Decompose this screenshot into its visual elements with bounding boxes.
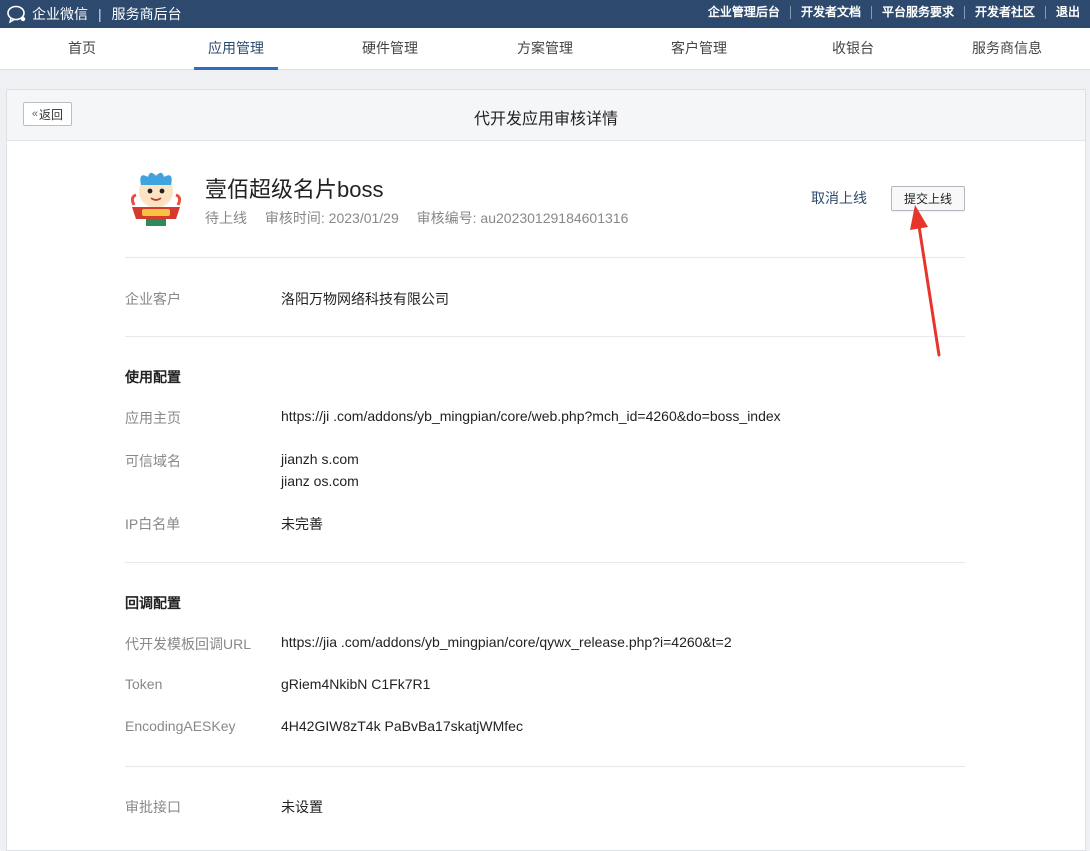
approval-api-value: 未设置 <box>281 799 323 815</box>
page-title: 代开发应用审核详情 <box>473 111 618 128</box>
callback-section-title: 回调配置 <box>125 595 181 611</box>
app-logo-icon <box>130 172 182 226</box>
divider <box>125 336 965 337</box>
aes-key-value: 4H42GIW8zT4k PaBvBa17skatjWMfec <box>281 718 523 734</box>
divider <box>125 766 965 767</box>
brand-separator: | <box>98 6 102 22</box>
cancel-online-link[interactable]: 取消上线 <box>811 188 867 208</box>
nav-hardware[interactable]: 硬件管理 <box>362 28 418 69</box>
nav-app-management[interactable]: 应用管理 <box>194 28 278 70</box>
ip-whitelist-value: 未完善 <box>281 516 323 532</box>
app-status: 待上线 <box>205 210 247 226</box>
submit-online-button[interactable]: 提交上线 <box>891 186 965 211</box>
top-bar: 企业微信 | 服务商后台 企业管理后台 开发者文档 平台服务要求 开发者社区 退… <box>0 0 1090 28</box>
aes-key-label: EncodingAESKey <box>125 718 236 734</box>
nav-cashier[interactable]: 收银台 <box>832 28 874 69</box>
main-nav: 首页 应用管理 硬件管理 方案管理 客户管理 收银台 服务商信息 <box>0 28 1090 70</box>
trusted-domain-value-1: jianzh s.com <box>281 451 359 467</box>
homepage-label: 应用主页 <box>125 410 181 426</box>
brand-subtitle: 服务商后台 <box>111 6 182 22</box>
callback-url-value: https://jia .com/addons/yb_mingpian/core… <box>281 634 732 650</box>
divider <box>125 562 965 563</box>
wecom-logo-icon <box>7 5 26 24</box>
link-admin[interactable]: 企业管理后台 <box>698 6 790 19</box>
nav-app-management-label: 应用管理 <box>208 40 264 56</box>
callback-url-label: 代开发模板回调URL <box>125 636 252 652</box>
trusted-domain-label: 可信域名 <box>125 453 181 469</box>
nav-solutions[interactable]: 方案管理 <box>517 28 573 69</box>
customer-value: 洛阳万物网络科技有限公司 <box>281 291 449 307</box>
card-header: « 返回 代开发应用审核详情 <box>7 90 1085 141</box>
link-logout[interactable]: 退出 <box>1044 6 1084 19</box>
token-value: gRiem4NkibN C1Fk7R1 <box>281 676 431 692</box>
nav-customers[interactable]: 客户管理 <box>671 28 727 69</box>
brand-name: 企业微信 <box>32 6 88 22</box>
link-service-requirements[interactable]: 平台服务要求 <box>870 6 964 19</box>
usage-section-title: 使用配置 <box>125 369 181 385</box>
ip-whitelist-label: IP白名单 <box>125 516 181 532</box>
nav-provider-info[interactable]: 服务商信息 <box>972 28 1042 69</box>
review-detail-card: « 返回 代开发应用审核详情 壹佰超级名片boss 待上线 审核时间: 2023… <box>6 89 1086 851</box>
review-number: 审核编号: au20230129184601316 <box>416 210 629 226</box>
customer-label: 企业客户 <box>125 291 181 307</box>
nav-active-underline <box>194 67 278 70</box>
top-links: 企业管理后台 开发者文档 平台服务要求 开发者社区 退出 <box>698 6 1084 19</box>
token-label: Token <box>125 676 163 692</box>
divider <box>125 257 965 258</box>
app-name: 壹佰超级名片boss <box>205 177 384 202</box>
review-time: 审核时间: 2023/01/29 <box>264 210 399 226</box>
trusted-domain-value-2: jianz os.com <box>281 473 359 489</box>
homepage-value: https://ji .com/addons/yb_mingpian/core/… <box>281 408 781 424</box>
approval-api-label: 审批接口 <box>125 799 181 815</box>
app-meta: 待上线 审核时间: 2023/01/29 审核编号: au20230129184… <box>205 208 642 228</box>
link-dev-community[interactable]: 开发者社区 <box>963 6 1045 19</box>
link-dev-docs[interactable]: 开发者文档 <box>789 6 871 19</box>
brand[interactable]: 企业微信 | 服务商后台 <box>6 4 182 24</box>
nav-home[interactable]: 首页 <box>68 28 96 69</box>
